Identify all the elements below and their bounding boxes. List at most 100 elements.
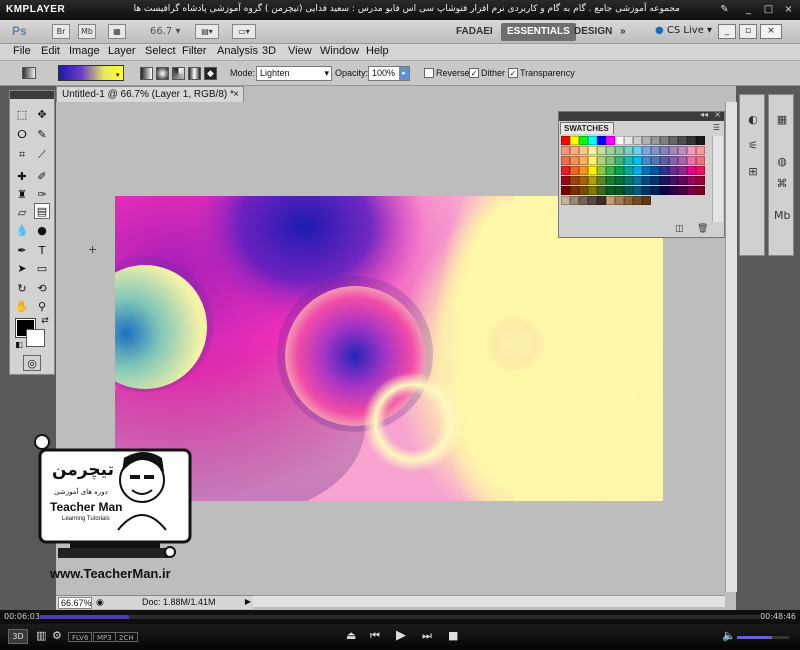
paths-panel-icon[interactable]: ⌘ bbox=[774, 177, 790, 191]
swatch-cell[interactable] bbox=[642, 176, 651, 185]
swatch-cell[interactable] bbox=[597, 136, 606, 145]
status-zoom-field[interactable]: 66.67% bbox=[58, 597, 92, 609]
swatch-cell[interactable] bbox=[660, 186, 669, 195]
swatch-cell[interactable] bbox=[597, 186, 606, 195]
swatch-cell[interactable] bbox=[669, 136, 678, 145]
play-icon[interactable]: ▶ bbox=[396, 629, 406, 643]
mini-bridge-panel-icon[interactable]: Mb bbox=[774, 209, 790, 223]
previous-icon[interactable]: ⏮ bbox=[370, 629, 380, 643]
swatch-cell[interactable] bbox=[678, 176, 687, 185]
maximize-icon[interactable]: □ bbox=[762, 3, 775, 16]
website-url[interactable]: www.TeacherMan.ir bbox=[50, 566, 171, 581]
reflected-gradient-icon[interactable] bbox=[188, 67, 201, 80]
swatch-cell[interactable] bbox=[606, 196, 615, 205]
swatch-cell[interactable] bbox=[696, 136, 705, 145]
document-tab[interactable]: Untitled-1 @ 66.7% (Layer 1, RGB/8) * × bbox=[56, 86, 244, 102]
pin-icon[interactable]: ✎ bbox=[718, 3, 731, 16]
menu-layer[interactable]: Layer bbox=[108, 45, 136, 57]
swatch-cell[interactable] bbox=[615, 146, 624, 155]
brush-tool-icon[interactable]: ✐ bbox=[34, 169, 50, 185]
swatch-cell[interactable] bbox=[687, 156, 696, 165]
swatch-cell[interactable] bbox=[597, 156, 606, 165]
ps-minimize-button[interactable]: _ bbox=[718, 24, 736, 39]
color-panel-icon[interactable]: ◐ bbox=[745, 113, 761, 127]
swatch-cell[interactable] bbox=[678, 186, 687, 195]
masks-panel-icon[interactable]: ⊞ bbox=[745, 165, 761, 179]
menu-image[interactable]: Image bbox=[69, 45, 100, 57]
reverse-checkbox[interactable] bbox=[424, 68, 434, 78]
swatch-cell[interactable] bbox=[624, 136, 633, 145]
swatch-cell[interactable] bbox=[615, 136, 624, 145]
swatch-cell[interactable] bbox=[606, 146, 615, 155]
kmplayer-logo[interactable]: KMPLAYER bbox=[6, 4, 65, 15]
swatch-cell[interactable] bbox=[606, 156, 615, 165]
3d-toggle-button[interactable]: 3D bbox=[8, 629, 28, 644]
swatch-cell[interactable] bbox=[642, 186, 651, 195]
workspace-design[interactable]: DESIGN bbox=[568, 23, 618, 41]
swap-colors-icon[interactable]: ⇄ bbox=[37, 313, 53, 329]
swatch-cell[interactable] bbox=[660, 136, 669, 145]
swatch-cell[interactable] bbox=[570, 156, 579, 165]
swatch-cell[interactable] bbox=[696, 186, 705, 195]
lasso-tool-icon[interactable]: ⵔ bbox=[14, 127, 30, 143]
swatch-cell[interactable] bbox=[660, 176, 669, 185]
swatch-cell[interactable] bbox=[597, 166, 606, 175]
gradient-picker[interactable] bbox=[58, 65, 124, 81]
menu-edit[interactable]: Edit bbox=[41, 45, 60, 57]
swatch-cell[interactable] bbox=[687, 176, 696, 185]
swatch-cell[interactable] bbox=[633, 166, 642, 175]
opacity-field[interactable]: 100% ▸ bbox=[368, 66, 410, 81]
delete-swatch-icon[interactable]: 🗑 bbox=[697, 224, 708, 234]
adjustments-panel-icon[interactable]: ⚟ bbox=[745, 139, 761, 153]
swatch-cell[interactable] bbox=[570, 166, 579, 175]
linear-gradient-icon[interactable] bbox=[140, 67, 153, 80]
swatch-cell[interactable] bbox=[651, 186, 660, 195]
swatch-cell[interactable] bbox=[678, 136, 687, 145]
settings-icon[interactable]: ⚙ bbox=[52, 629, 62, 643]
swatch-cell[interactable] bbox=[606, 166, 615, 175]
3d-rotate-tool-icon[interactable]: ↻ bbox=[14, 281, 30, 297]
volume-slider[interactable] bbox=[737, 636, 789, 639]
swatch-cell[interactable] bbox=[660, 146, 669, 155]
menu-help[interactable]: Help bbox=[366, 45, 389, 57]
swatch-cell[interactable] bbox=[597, 196, 606, 205]
dither-checkbox[interactable]: ✓ bbox=[469, 68, 479, 78]
swatch-cell[interactable] bbox=[561, 186, 570, 195]
playlist-icon[interactable]: ▥ bbox=[36, 629, 46, 643]
diamond-gradient-icon[interactable]: ◆ bbox=[204, 67, 217, 80]
swatch-cell[interactable] bbox=[624, 176, 633, 185]
eyedropper-tool-icon[interactable]: ⟋ bbox=[34, 147, 50, 163]
swatch-cell[interactable] bbox=[588, 136, 597, 145]
swatch-cell[interactable] bbox=[687, 166, 696, 175]
opacity-slider-icon[interactable]: ▸ bbox=[399, 67, 409, 80]
swatch-cell[interactable] bbox=[678, 146, 687, 155]
swatch-cell[interactable] bbox=[642, 136, 651, 145]
swatch-cell[interactable] bbox=[624, 146, 633, 155]
swatch-cell[interactable] bbox=[660, 166, 669, 175]
close-icon[interactable]: × bbox=[782, 3, 795, 16]
swatch-cell[interactable] bbox=[651, 166, 660, 175]
vertical-scrollbar[interactable] bbox=[725, 102, 737, 592]
swatch-cell[interactable] bbox=[588, 186, 597, 195]
hand-tool-icon[interactable]: ✋ bbox=[14, 299, 30, 315]
path-selection-tool-icon[interactable]: ➤ bbox=[14, 261, 30, 277]
swatch-cell[interactable] bbox=[615, 176, 624, 185]
clone-stamp-tool-icon[interactable]: ♜ bbox=[14, 187, 30, 203]
swatch-cell[interactable] bbox=[633, 196, 642, 205]
swatch-cell[interactable] bbox=[624, 166, 633, 175]
swatch-cell[interactable] bbox=[570, 196, 579, 205]
swatch-cell[interactable] bbox=[642, 156, 651, 165]
eject-icon[interactable]: ⏏ bbox=[346, 629, 356, 643]
swatch-cell[interactable] bbox=[570, 176, 579, 185]
volume-icon[interactable]: 🔈 bbox=[722, 629, 736, 643]
swatch-cell[interactable] bbox=[624, 186, 633, 195]
mode-select[interactable]: Lighten ▾ bbox=[256, 66, 332, 81]
swatch-cell[interactable] bbox=[651, 146, 660, 155]
swatch-cell[interactable] bbox=[570, 186, 579, 195]
status-info-icon[interactable]: ◉ bbox=[96, 597, 104, 608]
type-tool-icon[interactable]: T bbox=[34, 243, 50, 259]
pen-tool-icon[interactable]: ✒ bbox=[14, 243, 30, 259]
swatch-cell[interactable] bbox=[651, 176, 660, 185]
canvas[interactable] bbox=[115, 196, 663, 501]
crop-tool-icon[interactable]: ⌗ bbox=[14, 147, 30, 163]
